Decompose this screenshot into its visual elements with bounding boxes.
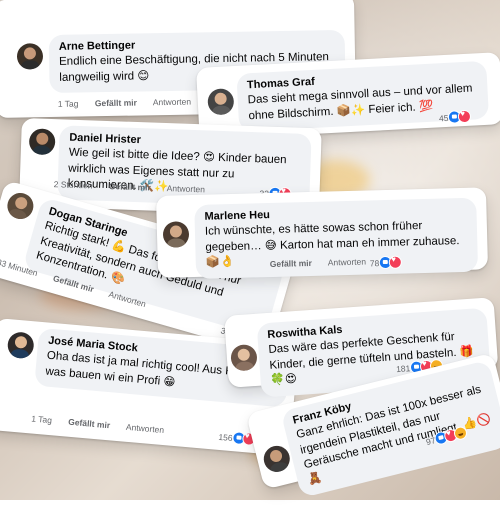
reply-button[interactable]: Antworten	[153, 97, 191, 108]
comment-actions: 1 Tag Gefällt mir Antworten	[31, 413, 179, 436]
like-button[interactable]: Gefällt mir	[68, 417, 111, 431]
avatar[interactable]	[230, 343, 258, 372]
like-button[interactable]: Gefällt mir	[109, 181, 151, 192]
reaction-count: 156	[218, 431, 234, 443]
comment-time[interactable]: 2 Stunden	[54, 179, 93, 190]
love-reaction-icon	[389, 255, 403, 269]
reaction-count: 181	[395, 362, 411, 374]
reply-button[interactable]: Antworten	[126, 422, 165, 435]
like-button[interactable]: Gefällt mir	[270, 258, 312, 269]
reply-button[interactable]: Antworten	[167, 183, 206, 194]
comment-card: Marlene Heu Ich wünschte, es hätte sowas…	[156, 187, 489, 279]
comment-actions: 1 Tag Gefällt mir Antworten	[58, 96, 205, 109]
avatar[interactable]	[207, 88, 235, 116]
person-icon	[10, 336, 29, 360]
person-icon	[21, 47, 40, 70]
person-icon	[8, 197, 28, 223]
comment-time[interactable]: 1 Tag	[58, 99, 79, 109]
person-icon	[235, 348, 254, 372]
avatar[interactable]	[162, 221, 190, 248]
avatar[interactable]	[4, 189, 37, 223]
avatar[interactable]	[6, 331, 35, 360]
avatar[interactable]	[28, 128, 56, 156]
reaction-count: 45	[438, 112, 449, 123]
person-icon	[270, 449, 289, 475]
avatar[interactable]	[16, 43, 44, 70]
reaction-summary[interactable]: 45	[438, 109, 472, 125]
reaction-summary[interactable]: 78	[369, 255, 403, 270]
reaction-count: 78	[369, 257, 380, 268]
reply-button[interactable]: Antworten	[328, 257, 367, 268]
person-icon	[167, 225, 186, 248]
love-reaction-icon	[458, 109, 472, 124]
comment-time[interactable]: 1 Tag	[31, 413, 52, 425]
person-icon	[32, 132, 51, 156]
person-icon	[212, 92, 231, 116]
avatar[interactable]	[261, 443, 293, 475]
like-button[interactable]: Gefällt mir	[95, 98, 137, 109]
